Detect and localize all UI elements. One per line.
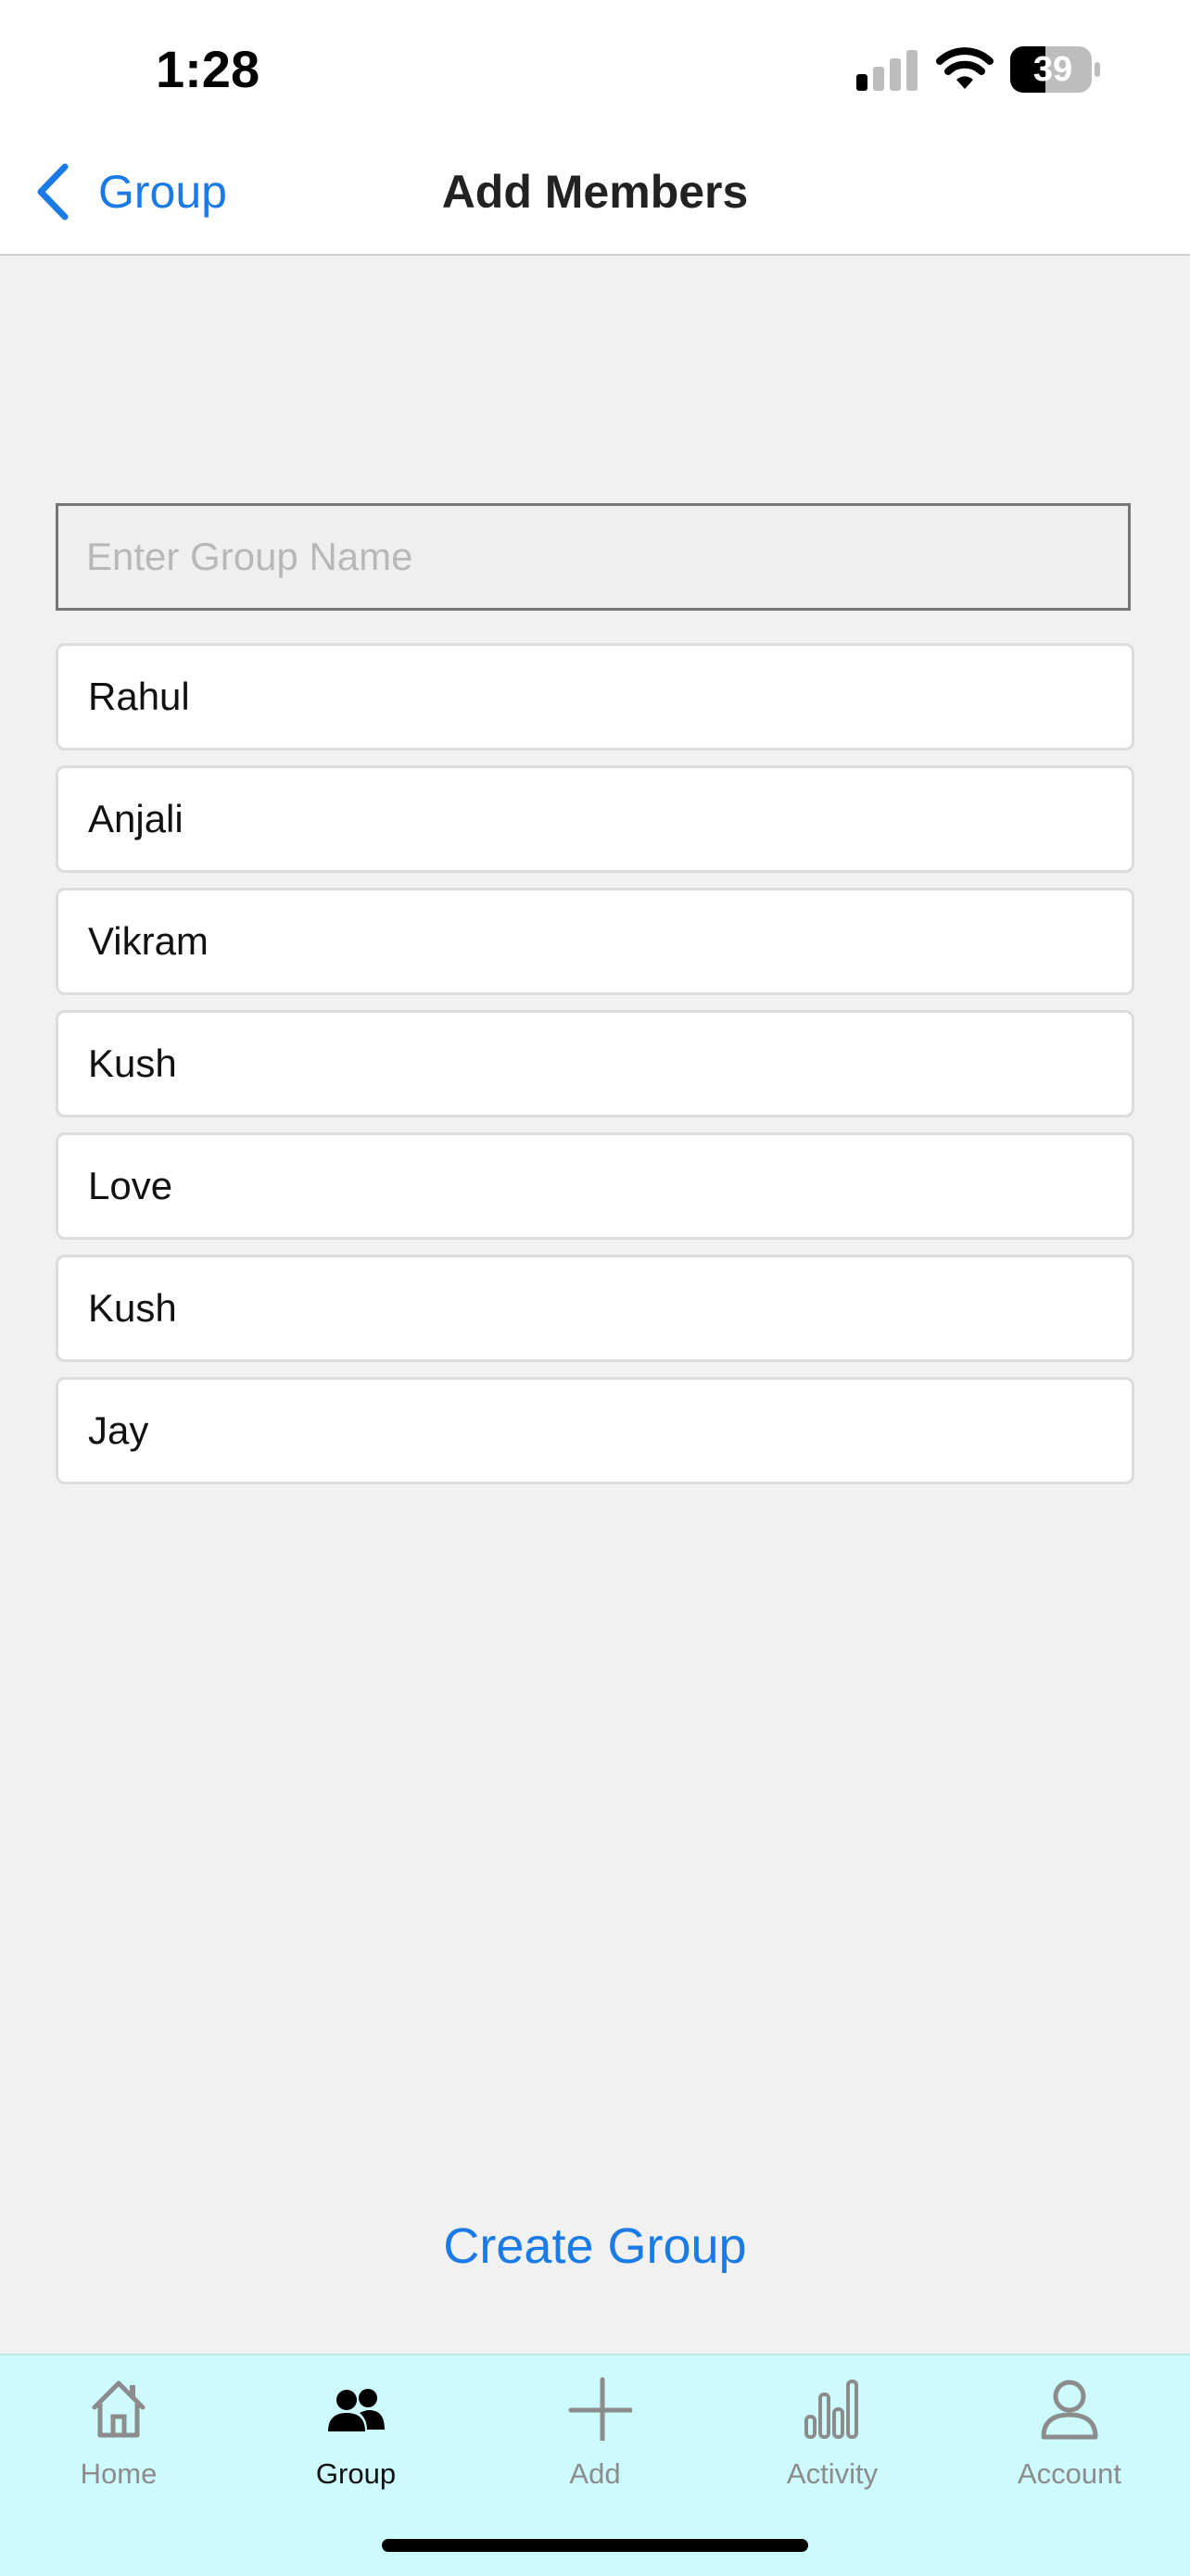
tab-home[interactable]: Home	[0, 2355, 237, 2504]
home-indicator	[382, 2539, 808, 2552]
member-name: Anjali	[88, 797, 184, 840]
cellular-signal-icon	[856, 50, 918, 91]
tab-label: Group	[315, 2457, 397, 2490]
member-name: Rahul	[88, 675, 190, 718]
activity-icon	[804, 2380, 858, 2439]
tab-activity[interactable]: Activity	[714, 2355, 951, 2504]
group-name-input[interactable]	[56, 503, 1131, 611]
member-item[interactable]: Kush	[56, 1255, 1134, 1362]
back-button-label: Group	[98, 166, 227, 218]
tab-label: Add	[569, 2457, 621, 2490]
navigation-bar: Add Members Group	[0, 130, 1190, 256]
member-name: Kush	[88, 1042, 177, 1085]
back-button[interactable]: Group	[33, 161, 227, 222]
account-icon	[1041, 2380, 1098, 2440]
status-bar: 1:28 39	[0, 0, 1190, 130]
create-group-button[interactable]: Create Group	[0, 2209, 1190, 2283]
member-item[interactable]: Kush	[56, 1010, 1134, 1118]
tab-group[interactable]: Group	[237, 2355, 475, 2504]
tab-account[interactable]: Account	[951, 2355, 1188, 2504]
battery-level: 39	[1032, 50, 1073, 89]
member-name: Vikram	[88, 919, 209, 963]
member-item[interactable]: Love	[56, 1132, 1134, 1240]
tab-add[interactable]: Add	[476, 2355, 714, 2504]
wifi-icon	[936, 47, 994, 89]
member-item[interactable]: Anjali	[56, 765, 1134, 873]
member-item[interactable]: Rahul	[56, 643, 1134, 751]
add-icon	[568, 2377, 632, 2441]
tab-label: Account	[1017, 2457, 1121, 2490]
chevron-left-icon	[37, 163, 69, 221]
tab-label: Home	[80, 2457, 158, 2490]
member-name: Love	[88, 1164, 173, 1207]
member-name: Kush	[88, 1286, 177, 1330]
member-name: Jay	[88, 1408, 149, 1452]
member-item[interactable]: Jay	[56, 1377, 1134, 1484]
status-time: 1:28	[156, 40, 260, 98]
member-item[interactable]: Vikram	[56, 888, 1134, 995]
home-icon	[92, 2380, 146, 2438]
group-icon	[328, 2389, 385, 2431]
tab-label: Activity	[786, 2457, 879, 2490]
